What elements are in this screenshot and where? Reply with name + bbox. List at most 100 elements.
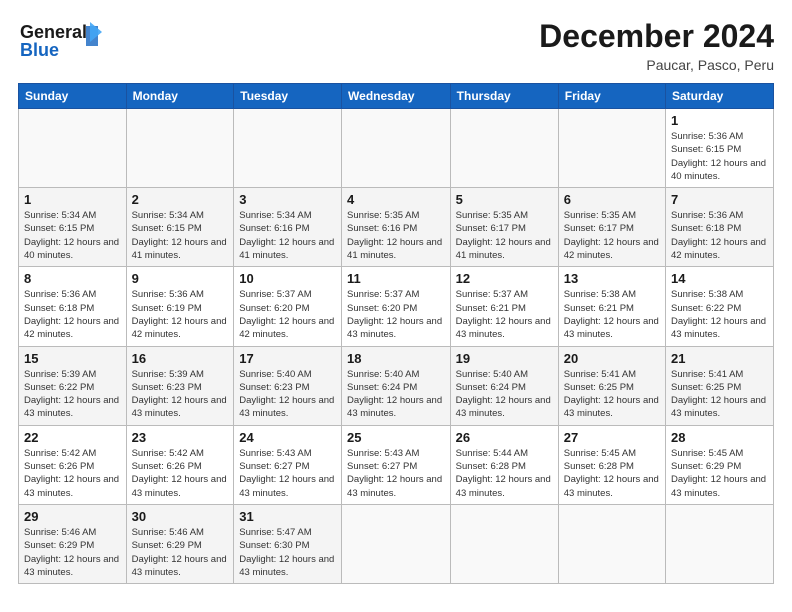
day-number: 7: [671, 192, 768, 207]
calendar-cell: 14Sunrise: 5:38 AMSunset: 6:22 PMDayligh…: [666, 267, 774, 346]
col-header-tuesday: Tuesday: [234, 84, 342, 109]
calendar-cell: 23Sunrise: 5:42 AMSunset: 6:26 PMDayligh…: [126, 425, 234, 504]
calendar-cell: 13Sunrise: 5:38 AMSunset: 6:21 PMDayligh…: [558, 267, 665, 346]
calendar-cell: 22 Sunrise: 5:42 AMSunset: 6:26 PMDayligh…: [19, 425, 127, 504]
calendar-cell: 11Sunrise: 5:37 AMSunset: 6:20 PMDayligh…: [342, 267, 451, 346]
day-info: Sunrise: 5:38 AMSunset: 6:22 PMDaylight:…: [671, 288, 768, 341]
calendar-cell: [19, 109, 127, 188]
day-number: 18: [347, 351, 445, 366]
calendar-cell: 16Sunrise: 5:39 AMSunset: 6:23 PMDayligh…: [126, 346, 234, 425]
calendar-cell: 12 Sunrise: 5:37 AMSunset: 6:21 PMDayligh…: [450, 267, 558, 346]
day-info: Sunrise: 5:35 AMSunset: 6:17 PMDaylight:…: [564, 209, 660, 262]
day-number: 5: [456, 192, 553, 207]
calendar-cell: [450, 504, 558, 583]
logo: General Blue: [18, 18, 108, 68]
col-header-monday: Monday: [126, 84, 234, 109]
calendar-cell: [342, 504, 451, 583]
day-info: Sunrise: 5:34 AMSunset: 6:16 PMDaylight:…: [239, 209, 336, 262]
col-header-saturday: Saturday: [666, 84, 774, 109]
calendar-cell: 28Sunrise: 5:45 AMSunset: 6:29 PMDayligh…: [666, 425, 774, 504]
calendar-week-2: 8Sunrise: 5:36 AMSunset: 6:18 PMDaylight…: [19, 267, 774, 346]
day-info: Sunrise: 5:39 AMSunset: 6:23 PMDaylight:…: [132, 368, 229, 421]
calendar-cell: [234, 109, 342, 188]
col-header-friday: Friday: [558, 84, 665, 109]
day-number: 15: [24, 351, 121, 366]
day-number: 31: [239, 509, 336, 524]
main-title: December 2024: [539, 18, 774, 55]
day-info: Sunrise: 5:36 AMSunset: 6:15 PMDaylight:…: [671, 130, 768, 183]
day-number: 24: [239, 430, 336, 445]
day-info: Sunrise: 5:36 AMSunset: 6:18 PMDaylight:…: [24, 288, 121, 341]
day-info: Sunrise: 5:41 AMSunset: 6:25 PMDaylight:…: [564, 368, 660, 421]
day-info: Sunrise: 5:37 AMSunset: 6:20 PMDaylight:…: [239, 288, 336, 341]
calendar-cell: 3Sunrise: 5:34 AMSunset: 6:16 PMDaylight…: [234, 188, 342, 267]
subtitle: Paucar, Pasco, Peru: [539, 57, 774, 73]
day-info: Sunrise: 5:46 AMSunset: 6:29 PMDaylight:…: [24, 526, 121, 579]
calendar-cell: 5 Sunrise: 5:35 AMSunset: 6:17 PMDaylight…: [450, 188, 558, 267]
calendar-cell: 21 Sunrise: 5:41 AMSunset: 6:25 PMDayligh…: [666, 346, 774, 425]
day-number: 22: [24, 430, 121, 445]
calendar-cell: 1Sunrise: 5:34 AMSunset: 6:15 PMDaylight…: [19, 188, 127, 267]
day-info: Sunrise: 5:41 AMSunset: 6:25 PMDaylight:…: [671, 368, 768, 421]
logo-text: General Blue: [18, 18, 108, 68]
calendar-cell: [450, 109, 558, 188]
calendar-week-4: 22 Sunrise: 5:42 AMSunset: 6:26 PMDayligh…: [19, 425, 774, 504]
calendar-week-0: 1 Sunrise: 5:36 AMSunset: 6:15 PMDaylight…: [19, 109, 774, 188]
day-number: 26: [456, 430, 553, 445]
day-info: Sunrise: 5:35 AMSunset: 6:16 PMDaylight:…: [347, 209, 445, 262]
day-number: 9: [132, 271, 229, 286]
day-number: 21: [671, 351, 768, 366]
calendar-cell: 25Sunrise: 5:43 AMSunset: 6:27 PMDayligh…: [342, 425, 451, 504]
day-info: Sunrise: 5:46 AMSunset: 6:29 PMDaylight:…: [132, 526, 229, 579]
day-info: Sunrise: 5:44 AMSunset: 6:28 PMDaylight:…: [456, 447, 553, 500]
day-info: Sunrise: 5:37 AMSunset: 6:21 PMDaylight:…: [456, 288, 553, 341]
page: General Blue December 2024 Paucar, Pasco…: [0, 0, 792, 612]
day-info: Sunrise: 5:36 AMSunset: 6:18 PMDaylight:…: [671, 209, 768, 262]
day-number: 23: [132, 430, 229, 445]
calendar-cell: 26 Sunrise: 5:44 AMSunset: 6:28 PMDayligh…: [450, 425, 558, 504]
day-number: 11: [347, 271, 445, 286]
calendar-cell: [558, 109, 665, 188]
calendar-cell: 6 Sunrise: 5:35 AMSunset: 6:17 PMDaylight…: [558, 188, 665, 267]
day-info: Sunrise: 5:42 AMSunset: 6:26 PMDaylight:…: [24, 447, 121, 500]
day-info: Sunrise: 5:43 AMSunset: 6:27 PMDaylight:…: [239, 447, 336, 500]
calendar-cell: 31Sunrise: 5:47 AMSunset: 6:30 PMDayligh…: [234, 504, 342, 583]
day-number: 2: [132, 192, 229, 207]
day-info: Sunrise: 5:35 AMSunset: 6:17 PMDaylight:…: [456, 209, 553, 262]
calendar-cell: 7 Sunrise: 5:36 AMSunset: 6:18 PMDaylight…: [666, 188, 774, 267]
day-number: 6: [564, 192, 660, 207]
svg-text:General: General: [20, 22, 87, 42]
title-area: December 2024 Paucar, Pasco, Peru: [539, 18, 774, 73]
day-info: Sunrise: 5:39 AMSunset: 6:22 PMDaylight:…: [24, 368, 121, 421]
day-number: 19: [456, 351, 553, 366]
day-info: Sunrise: 5:34 AMSunset: 6:15 PMDaylight:…: [132, 209, 229, 262]
day-number: 20: [564, 351, 660, 366]
calendar-week-3: 15 Sunrise: 5:39 AMSunset: 6:22 PMDayligh…: [19, 346, 774, 425]
day-number: 12: [456, 271, 553, 286]
col-header-thursday: Thursday: [450, 84, 558, 109]
calendar-cell: 19Sunrise: 5:40 AMSunset: 6:24 PMDayligh…: [450, 346, 558, 425]
calendar-cell: [558, 504, 665, 583]
calendar-week-1: 1 Sunrise: 5:34 AMSunset: 6:15 PMDaylight…: [19, 188, 774, 267]
day-info: Sunrise: 5:45 AMSunset: 6:29 PMDaylight:…: [671, 447, 768, 500]
calendar-cell: [666, 504, 774, 583]
calendar-header-row: SundayMondayTuesdayWednesdayThursdayFrid…: [19, 84, 774, 109]
header: General Blue December 2024 Paucar, Pasco…: [18, 18, 774, 73]
day-number: 1: [24, 192, 121, 207]
day-number: 10: [239, 271, 336, 286]
col-header-wednesday: Wednesday: [342, 84, 451, 109]
col-header-sunday: Sunday: [19, 84, 127, 109]
day-number: 1: [671, 113, 768, 128]
day-number: 25: [347, 430, 445, 445]
day-number: 13: [564, 271, 660, 286]
calendar-cell: [342, 109, 451, 188]
day-number: 27: [564, 430, 660, 445]
calendar-cell: 15 Sunrise: 5:39 AMSunset: 6:22 PMDayligh…: [19, 346, 127, 425]
calendar-cell: 18Sunrise: 5:40 AMSunset: 6:24 PMDayligh…: [342, 346, 451, 425]
day-number: 17: [239, 351, 336, 366]
day-info: Sunrise: 5:36 AMSunset: 6:19 PMDaylight:…: [132, 288, 229, 341]
calendar-cell: 1 Sunrise: 5:36 AMSunset: 6:15 PMDaylight…: [666, 109, 774, 188]
calendar-cell: 2 Sunrise: 5:34 AMSunset: 6:15 PMDaylight…: [126, 188, 234, 267]
calendar-cell: 30Sunrise: 5:46 AMSunset: 6:29 PMDayligh…: [126, 504, 234, 583]
calendar-cell: [126, 109, 234, 188]
